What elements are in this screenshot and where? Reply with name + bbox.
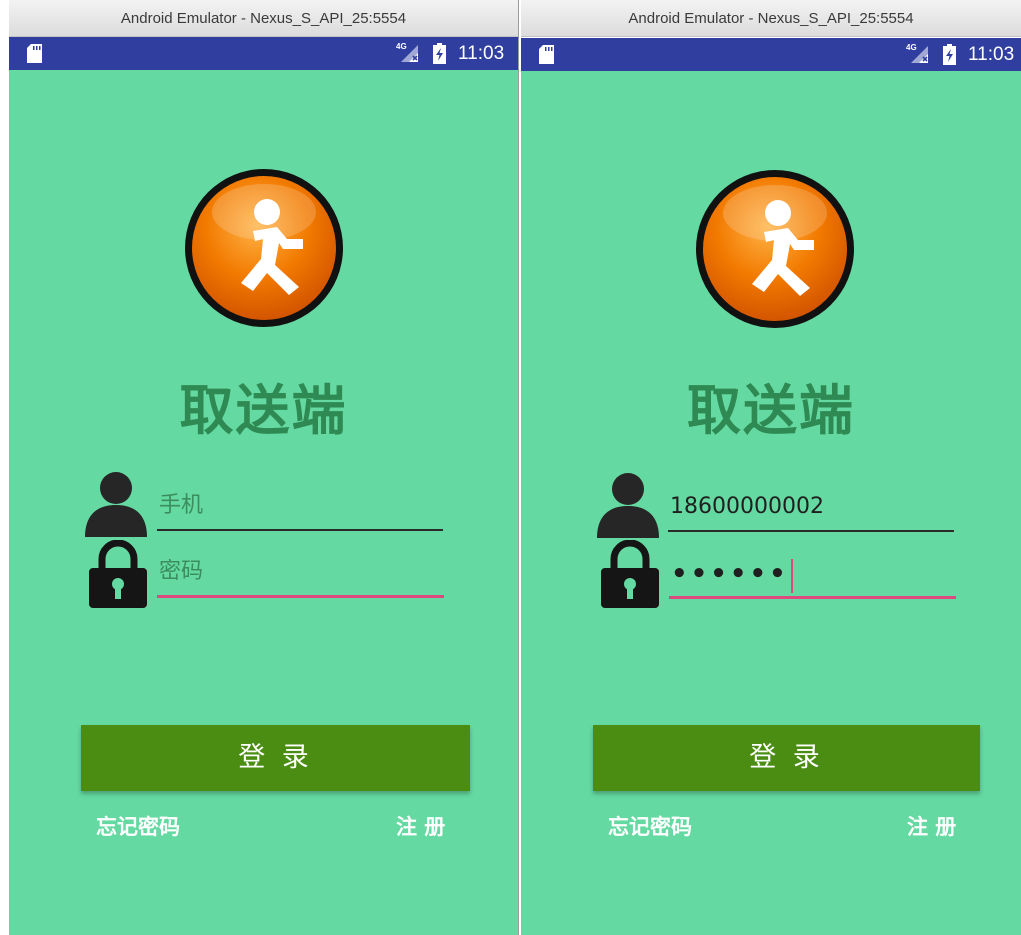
login-button[interactable]: 登 录 bbox=[81, 725, 470, 791]
sd-card-icon bbox=[27, 44, 42, 63]
battery-charging-icon bbox=[433, 43, 446, 64]
phone-input[interactable] bbox=[157, 481, 443, 531]
login-screen: 取送端 •••••• 登 录 忘记密码 注 册 bbox=[521, 71, 1021, 935]
emulator-window-left: Android Emulator - Nexus_S_API_25:5554 4… bbox=[9, 0, 518, 935]
person-icon bbox=[597, 473, 659, 538]
register-link[interactable]: 注 册 bbox=[907, 811, 956, 841]
forgot-password-link[interactable]: 忘记密码 bbox=[96, 811, 180, 841]
login-screen: 取送端 登 录 忘记密码 注 册 bbox=[9, 70, 518, 935]
status-bar: 4G 11:03 bbox=[9, 37, 518, 70]
password-masked-text: •••••• bbox=[671, 559, 789, 589]
text-cursor bbox=[790, 559, 793, 593]
person-icon bbox=[85, 472, 147, 537]
register-link[interactable]: 注 册 bbox=[396, 811, 445, 841]
window-divider bbox=[518, 0, 519, 935]
padlock-icon bbox=[601, 540, 659, 608]
password-input[interactable]: •••••• bbox=[669, 549, 956, 599]
window-title: Android Emulator - Nexus_S_API_25:5554 bbox=[9, 0, 518, 37]
app-title: 取送端 bbox=[179, 379, 348, 442]
window-title: Android Emulator - Nexus_S_API_25:5554 bbox=[521, 0, 1021, 37]
battery-charging-icon bbox=[943, 44, 956, 65]
app-title: 取送端 bbox=[687, 379, 855, 442]
4g-signal-icon: 4G bbox=[906, 43, 930, 65]
phone-input[interactable] bbox=[668, 482, 954, 532]
status-time: 11:03 bbox=[458, 43, 505, 64]
forgot-password-link[interactable]: 忘记密码 bbox=[608, 811, 692, 841]
login-button[interactable]: 登 录 bbox=[593, 725, 980, 791]
status-bar: 4G 11:03 bbox=[521, 38, 1021, 71]
emulator-window-right: Android Emulator - Nexus_S_API_25:5554 4… bbox=[521, 0, 1021, 935]
padlock-icon bbox=[89, 540, 147, 608]
app-logo-running-man-icon bbox=[696, 170, 854, 328]
4g-signal-icon: 4G bbox=[396, 42, 420, 64]
password-input[interactable] bbox=[157, 548, 444, 598]
app-logo-running-man-icon bbox=[185, 169, 343, 327]
status-time: 11:03 bbox=[968, 44, 1015, 65]
sd-card-icon bbox=[539, 45, 554, 64]
